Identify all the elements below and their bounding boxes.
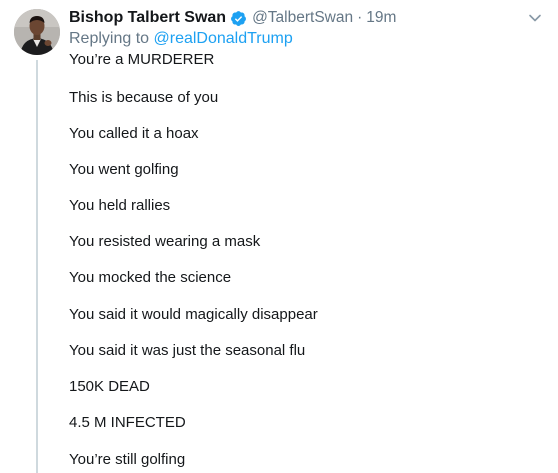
display-name[interactable]: Bishop Talbert Swan [69, 9, 226, 27]
tweet-line: You mocked the science [69, 269, 232, 286]
timestamp[interactable]: 19m [366, 9, 396, 27]
chevron-down-icon[interactable] [528, 11, 542, 25]
tweet[interactable]: Bishop Talbert Swan @TalbertSwan · 19m R… [0, 0, 558, 473]
tweet-header: Bishop Talbert Swan @TalbertSwan · 19m [69, 7, 396, 29]
tweet-line: You held rallies [69, 197, 171, 214]
replying-to: Replying to @realDonaldTrump [69, 30, 293, 48]
replying-prefix: Replying to [69, 30, 154, 47]
tweet-line: You resisted wearing a mask [69, 233, 261, 250]
avatar-image [14, 9, 60, 55]
thread-line [36, 60, 38, 473]
verified-badge-icon [231, 10, 246, 26]
tweet-line: You said it was just the seasonal flu [69, 342, 306, 359]
avatar[interactable] [14, 9, 60, 55]
tweet-line: This is because of you [69, 89, 219, 106]
tweet-line: You’re a MURDERER [69, 51, 215, 68]
tweet-line: 150K DEAD [69, 378, 150, 395]
tweet-line: You said it would magically disappear [69, 306, 318, 323]
tweet-line: You’re still golfing [69, 451, 186, 468]
separator-dot: · [357, 9, 363, 26]
mention-link[interactable]: @realDonaldTrump [154, 30, 293, 47]
handle[interactable]: @TalbertSwan [252, 9, 353, 27]
tweet-line: 4.5 M INFECTED [69, 414, 186, 431]
tweet-line: You went golfing [69, 161, 179, 178]
tweet-line: You called it a hoax [69, 125, 199, 142]
